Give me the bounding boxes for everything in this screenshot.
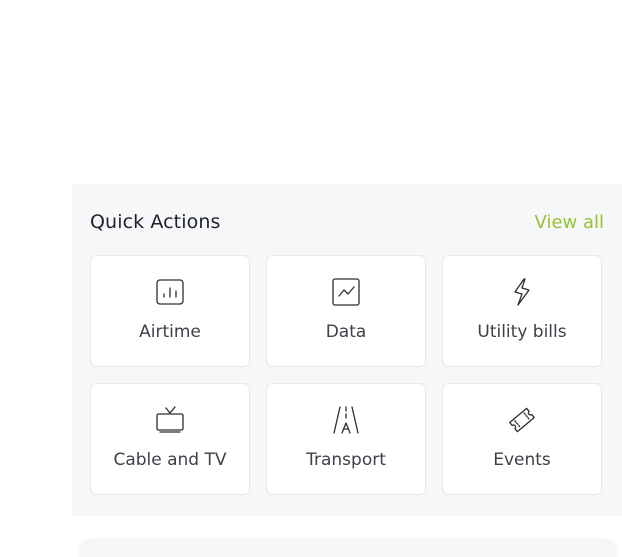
road-icon bbox=[330, 404, 362, 436]
view-all-link[interactable]: View all bbox=[535, 212, 604, 233]
quick-action-events[interactable]: Events bbox=[442, 383, 602, 495]
lightning-icon bbox=[506, 276, 538, 308]
quick-action-transport[interactable]: Transport bbox=[266, 383, 426, 495]
quick-action-label: Events bbox=[493, 450, 551, 470]
quick-actions-panel: Quick Actions View all Airtime Data Util… bbox=[72, 184, 622, 516]
data-chart-icon bbox=[330, 276, 362, 308]
page: Quick Actions View all Airtime Data Util… bbox=[0, 0, 622, 557]
quick-actions-grid: Airtime Data Utility bills Cable and TV … bbox=[90, 255, 602, 495]
quick-action-label: Cable and TV bbox=[113, 450, 227, 470]
quick-actions-header: Quick Actions View all bbox=[90, 208, 604, 236]
quick-action-data[interactable]: Data bbox=[266, 255, 426, 367]
tv-icon bbox=[154, 404, 186, 436]
airtime-icon bbox=[154, 276, 186, 308]
quick-action-label: Utility bills bbox=[477, 322, 567, 342]
ticket-icon bbox=[506, 404, 538, 436]
quick-action-airtime[interactable]: Airtime bbox=[90, 255, 250, 367]
quick-action-label: Transport bbox=[306, 450, 386, 470]
quick-action-cable-and-tv[interactable]: Cable and TV bbox=[90, 383, 250, 495]
quick-action-label: Data bbox=[325, 322, 367, 342]
quick-action-label: Airtime bbox=[139, 322, 201, 342]
quick-action-utility-bills[interactable]: Utility bills bbox=[442, 255, 602, 367]
quick-actions-title: Quick Actions bbox=[90, 211, 221, 233]
next-section-bar bbox=[78, 538, 618, 557]
